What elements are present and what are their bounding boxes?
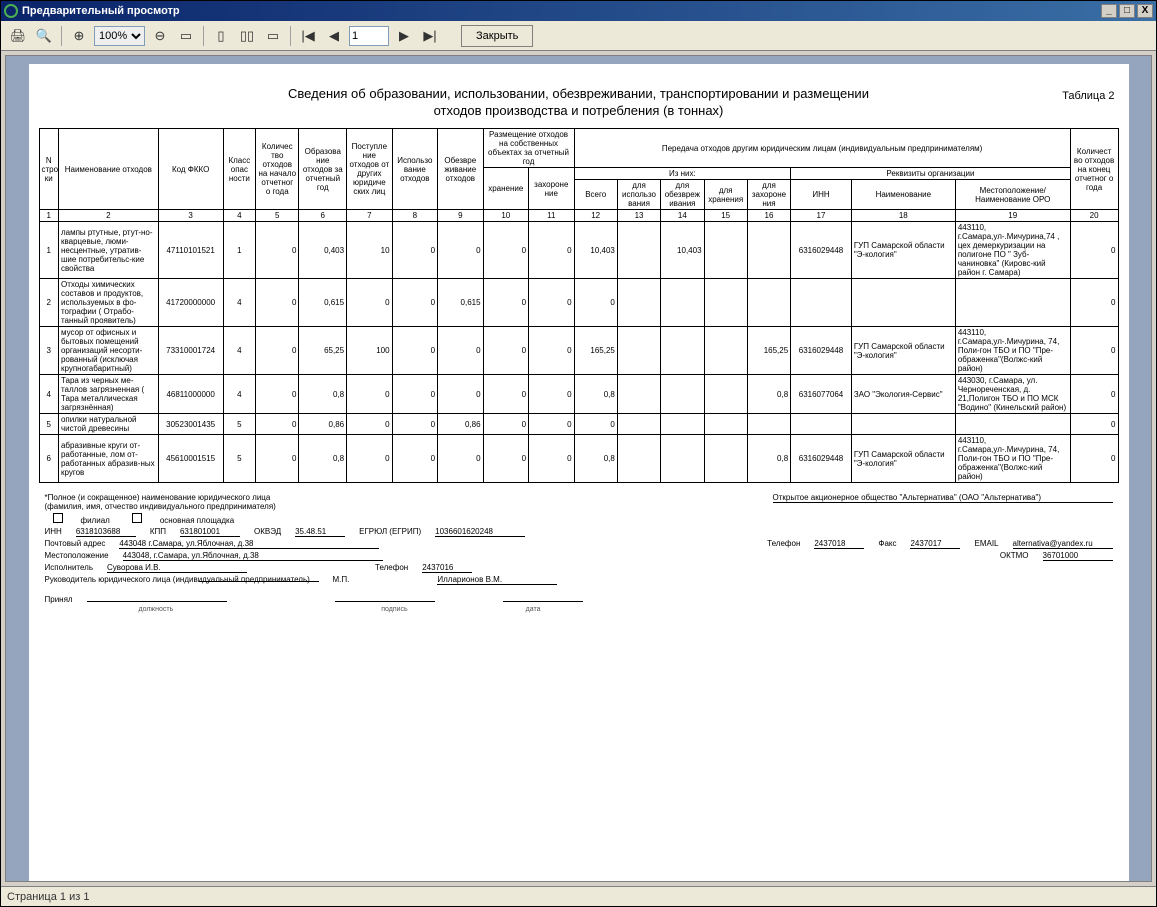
report-meta: *Полное (и сокращенное) наименование юри…: [39, 493, 1119, 613]
titlebar: Предварительный просмотр _ □ X: [1, 1, 1156, 21]
h-inn: ИНН: [791, 180, 852, 210]
first-page-icon[interactable]: |◀: [297, 25, 319, 47]
last-page-icon[interactable]: ▶|: [419, 25, 441, 47]
maximize-button[interactable]: □: [1119, 4, 1135, 18]
close-button[interactable]: X: [1137, 4, 1153, 18]
h-n: N стро ки: [39, 129, 58, 210]
next-page-icon[interactable]: ▶: [393, 25, 415, 47]
meta-note1: *Полное (и сокращенное) наименование юри…: [45, 493, 276, 502]
meta-note2: (фамилия, имя, отчество индивидуального …: [45, 502, 276, 511]
h-transfer-group: Передача отходов другим юридическим лица…: [574, 129, 1070, 168]
meta-company: Открытое акционерное общество "Альтернат…: [773, 493, 1113, 503]
h-fstore: для хранения: [704, 180, 747, 210]
app-icon: [4, 4, 18, 18]
meta-egr: 1036601620248: [435, 527, 525, 537]
status-page: Страница 1 из 1: [7, 891, 89, 903]
table-row: 5опилки натуральной чистой древесины3052…: [39, 414, 1118, 435]
h-name: Наименование отходов: [58, 129, 158, 210]
meta-tel: 2437018: [814, 539, 864, 549]
h-bury: захороне ние: [529, 168, 575, 210]
zoom-in-icon[interactable]: ⊕: [68, 25, 90, 47]
h-used: Использо вание отходов: [392, 129, 437, 210]
h-orgname: Наименование: [851, 180, 955, 210]
h-recv: Поступле ние отходов от других юридиче с…: [347, 129, 392, 210]
h-end: Количест во отходов на конец отчетног о …: [1070, 129, 1118, 210]
table-row: 4Тара из черных ме-таллов загрязненная (…: [39, 375, 1118, 414]
meta-okved: 35.48.51: [295, 527, 345, 537]
meta-fax: 2437017: [910, 539, 960, 549]
table-number: Таблица 2: [1062, 90, 1114, 102]
h-ofthem: Из них:: [574, 168, 791, 180]
table-row: 1лампы ртутные, ртут-но-кварцевые, люми-…: [39, 222, 1118, 279]
prev-page-icon[interactable]: ◀: [323, 25, 345, 47]
h-place-group: Размещение отходов на собственных объект…: [483, 129, 574, 168]
window-title: Предварительный просмотр: [22, 5, 180, 17]
zoom-select[interactable]: 100%: [94, 26, 145, 46]
h-store: хранение: [483, 168, 528, 210]
report-title-1: Сведения об образовании, использовании, …: [39, 86, 1119, 101]
statusbar: Страница 1 из 1: [1, 886, 1156, 906]
meta-addr: 443048 г.Самара, ул.Яблочная, д.38: [119, 539, 379, 549]
meta-oktmo: 36701000: [1043, 551, 1113, 561]
find-icon[interactable]: 🔍: [33, 25, 55, 47]
meta-email: alternativa@yandex.ru: [1013, 539, 1113, 549]
table-row: 2Отходы химических составов и продуктов,…: [39, 279, 1118, 327]
close-preview-button[interactable]: Закрыть: [461, 25, 533, 47]
report-table: N стро ки Наименование отходов Код ФККО …: [39, 128, 1119, 483]
report-page: Таблица 2 Сведения об образовании, испол…: [29, 64, 1129, 882]
h-start: Количес тво отходов на начало отчетног о…: [256, 129, 299, 210]
meta-head: Илларионов В.М.: [437, 575, 557, 585]
h-code: Код ФККО: [158, 129, 223, 210]
zoom-out-icon[interactable]: ⊖: [149, 25, 171, 47]
main-checkbox[interactable]: [132, 513, 142, 523]
meta-exec: Суворова И.В.: [107, 563, 247, 573]
filial-checkbox[interactable]: [53, 513, 63, 523]
meta-inn: 6318103688: [76, 527, 136, 537]
h-loc: Местоположение/ Наименование ОРО: [955, 180, 1070, 210]
h-neutral: Обезвре живание отходов: [438, 129, 483, 210]
page-input[interactable]: [349, 26, 389, 46]
meta-kpp: 631801001: [180, 527, 240, 537]
h-formed: Образова ние отходов за отчетный год: [299, 129, 347, 210]
print-icon[interactable]: 🖨: [7, 25, 29, 47]
fit-page-icon[interactable]: ▭: [175, 25, 197, 47]
h-fneut: для обезвреж ивания: [661, 180, 704, 210]
h-fuse: для использо вания: [617, 180, 660, 210]
view-mode-3-icon[interactable]: ▭: [262, 25, 284, 47]
table-row: 3мусор от офисных и бытовых помещений ор…: [39, 327, 1118, 375]
meta-loc: 443048, г.Самара, ул.Яблочная, д.38: [123, 551, 383, 561]
view-mode-2-icon[interactable]: ▯▯: [236, 25, 258, 47]
h-total: Всего: [574, 180, 617, 210]
h-class: Класс опас ности: [223, 129, 255, 210]
report-title-2: отходов производства и потребления (в то…: [39, 103, 1119, 118]
preview-viewport[interactable]: Таблица 2 Сведения об образовании, испол…: [5, 55, 1152, 882]
h-fbury: для захороне ния: [747, 180, 790, 210]
h-req: Реквизиты организации: [791, 168, 1071, 180]
toolbar: 🖨 🔍 ⊕ 100% ⊖ ▭ ▯ ▯▯ ▭ |◀ ◀ ▶ ▶| Закрыть: [1, 21, 1156, 51]
view-mode-1-icon[interactable]: ▯: [210, 25, 232, 47]
meta-exec-tel: 2437016: [422, 563, 472, 573]
minimize-button[interactable]: _: [1101, 4, 1117, 18]
table-row: 6абразивные круги от-работанные, лом от-…: [39, 435, 1118, 483]
